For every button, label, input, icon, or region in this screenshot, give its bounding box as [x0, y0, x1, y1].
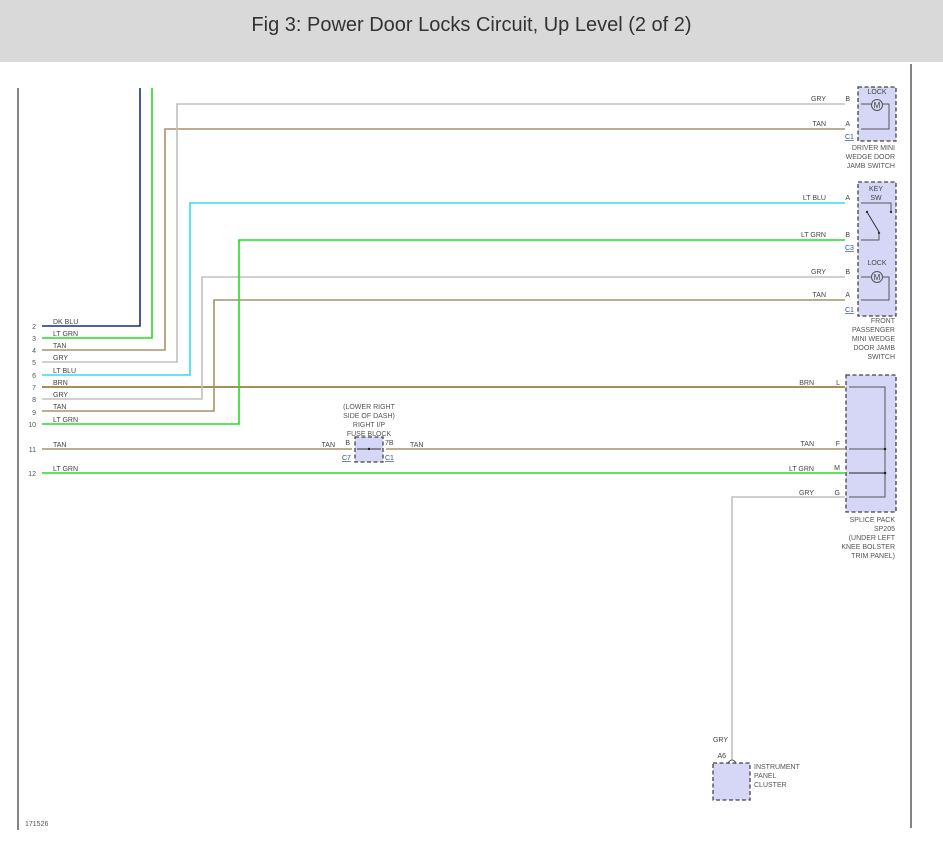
svg-text:CLUSTER: CLUSTER — [754, 782, 787, 789]
instrument-panel-cluster: GRY A6 INSTRUMENT PANEL CLUSTER — [712, 737, 801, 801]
pin-number: 2 — [32, 324, 36, 331]
right-ip-fuse-block: (LOWER RIGHT SIDE OF DASH) RIGHT I/P FUS… — [322, 404, 423, 463]
connector-label: C1 — [845, 134, 854, 141]
svg-text:M: M — [834, 465, 840, 472]
svg-text:GRY: GRY — [713, 737, 728, 744]
wire-label: DK BLU — [53, 319, 78, 326]
svg-text:(UNDER LEFT: (UNDER LEFT — [849, 535, 896, 542]
svg-text:TRIM PANEL): TRIM PANEL) — [851, 553, 895, 560]
wire-gry-5 — [42, 103, 845, 363]
svg-text:B: B — [845, 232, 850, 239]
wire-lt-grn-3 — [42, 88, 153, 339]
wire-label: GRY — [811, 96, 826, 103]
pin-label: B — [845, 96, 850, 103]
component-box — [857, 181, 897, 317]
pin-number: 3 — [32, 336, 36, 343]
svg-text:M: M — [874, 101, 881, 110]
svg-text:A6: A6 — [717, 753, 726, 760]
svg-text:G: G — [835, 490, 840, 497]
svg-text:PASSENGER: PASSENGER — [852, 327, 895, 334]
wire-label: LT BLU — [53, 368, 76, 375]
connector-label: C1 — [385, 455, 394, 462]
pin-number: 5 — [32, 360, 36, 367]
pin-label: A — [845, 121, 850, 128]
connector-label: C3 — [845, 245, 854, 252]
component-box — [712, 762, 751, 801]
component-box — [845, 374, 897, 513]
wire-lt-grn-10 — [42, 239, 845, 425]
svg-text:RIGHT I/P: RIGHT I/P — [353, 422, 385, 429]
svg-text:M: M — [874, 273, 881, 282]
svg-text:DOOR JAMB: DOOR JAMB — [853, 345, 895, 352]
wire-label: LT GRN — [53, 331, 78, 338]
wire-label: GRY — [53, 392, 68, 399]
pin-number: 10 — [28, 422, 36, 429]
wires — [42, 88, 845, 760]
pin-number: 7 — [32, 385, 36, 392]
wire-label: TAN — [813, 121, 826, 128]
svg-text:B: B — [345, 440, 350, 447]
svg-text:SW: SW — [870, 195, 882, 202]
svg-text:TAN: TAN — [410, 442, 423, 449]
svg-text:LT GRN: LT GRN — [801, 232, 826, 239]
svg-text:WEDGE DOOR: WEDGE DOOR — [846, 154, 895, 161]
wire-label: TAN — [53, 442, 66, 449]
splice-pack-sp205: L BRN F TAN M LT GRN G GRY SPLICE PACK S… — [789, 374, 897, 560]
pin-number: 8 — [32, 397, 36, 404]
svg-text:INSTRUMENT: INSTRUMENT — [754, 764, 801, 771]
svg-text:A: A — [845, 292, 850, 299]
svg-text:LOCK: LOCK — [867, 260, 886, 267]
wire-label: TAN — [53, 343, 66, 350]
wiring-diagram: 2 DK BLU 3 LT GRN 4 TAN 5 GRY 6 LT BLU 7… — [17, 64, 912, 830]
svg-text:SWITCH: SWITCH — [867, 354, 895, 361]
svg-text:L: L — [836, 380, 840, 387]
svg-text:B: B — [845, 269, 850, 276]
connector-label: C1 — [845, 307, 854, 314]
wire-label: LT GRN — [53, 466, 78, 473]
svg-text:LT GRN: LT GRN — [789, 466, 814, 473]
wire-dk-blu — [42, 88, 141, 327]
wire-tan-9 — [42, 299, 845, 412]
svg-text:BRN: BRN — [799, 380, 814, 387]
component-label: LOCK — [867, 89, 886, 96]
svg-text:LT BLU: LT BLU — [803, 195, 826, 202]
wire-gry-cluster — [731, 496, 845, 760]
svg-text:PANEL: PANEL — [754, 773, 777, 780]
pin-number: 6 — [32, 373, 36, 380]
front-passenger-mini-wedge-door-jamb-switch: KEY SW A LT BLU B LT GRN C3 LOCK M B GRY… — [801, 181, 897, 361]
svg-text:SP205: SP205 — [874, 526, 895, 533]
svg-text:JAMB SWITCH: JAMB SWITCH — [847, 163, 895, 170]
figure-id: 171526 — [25, 821, 48, 828]
wire-label: BRN — [53, 380, 68, 387]
svg-text:7B: 7B — [385, 440, 394, 447]
wire-label: LT GRN — [53, 417, 78, 424]
svg-text:A: A — [845, 195, 850, 202]
svg-text:KEY: KEY — [869, 186, 883, 193]
svg-text:SPLICE PACK: SPLICE PACK — [850, 517, 896, 524]
wire-gry-8 — [42, 276, 845, 400]
svg-text:KNEE BOLSTER: KNEE BOLSTER — [841, 544, 895, 551]
svg-text:TAN: TAN — [813, 292, 826, 299]
wire-label: TAN — [53, 404, 66, 411]
svg-text:GRY: GRY — [799, 490, 814, 497]
svg-text:GRY: GRY — [811, 269, 826, 276]
svg-text:TAN: TAN — [801, 441, 814, 448]
svg-text:DRIVER MINI: DRIVER MINI — [852, 145, 895, 152]
wire-label: GRY — [53, 355, 68, 362]
svg-text:(LOWER RIGHT: (LOWER RIGHT — [343, 404, 395, 411]
pin-number: 12 — [28, 471, 36, 478]
svg-text:SIDE OF DASH): SIDE OF DASH) — [343, 413, 395, 420]
pin-number: 9 — [32, 410, 36, 417]
svg-text:F: F — [836, 441, 840, 448]
svg-text:MINI WEDGE: MINI WEDGE — [852, 336, 895, 343]
pin-number: 11 — [29, 447, 36, 454]
connector-label: C7 — [342, 455, 351, 462]
pin-number: 4 — [32, 348, 36, 355]
svg-text:FRONT: FRONT — [871, 318, 896, 325]
svg-text:TAN: TAN — [322, 442, 335, 449]
